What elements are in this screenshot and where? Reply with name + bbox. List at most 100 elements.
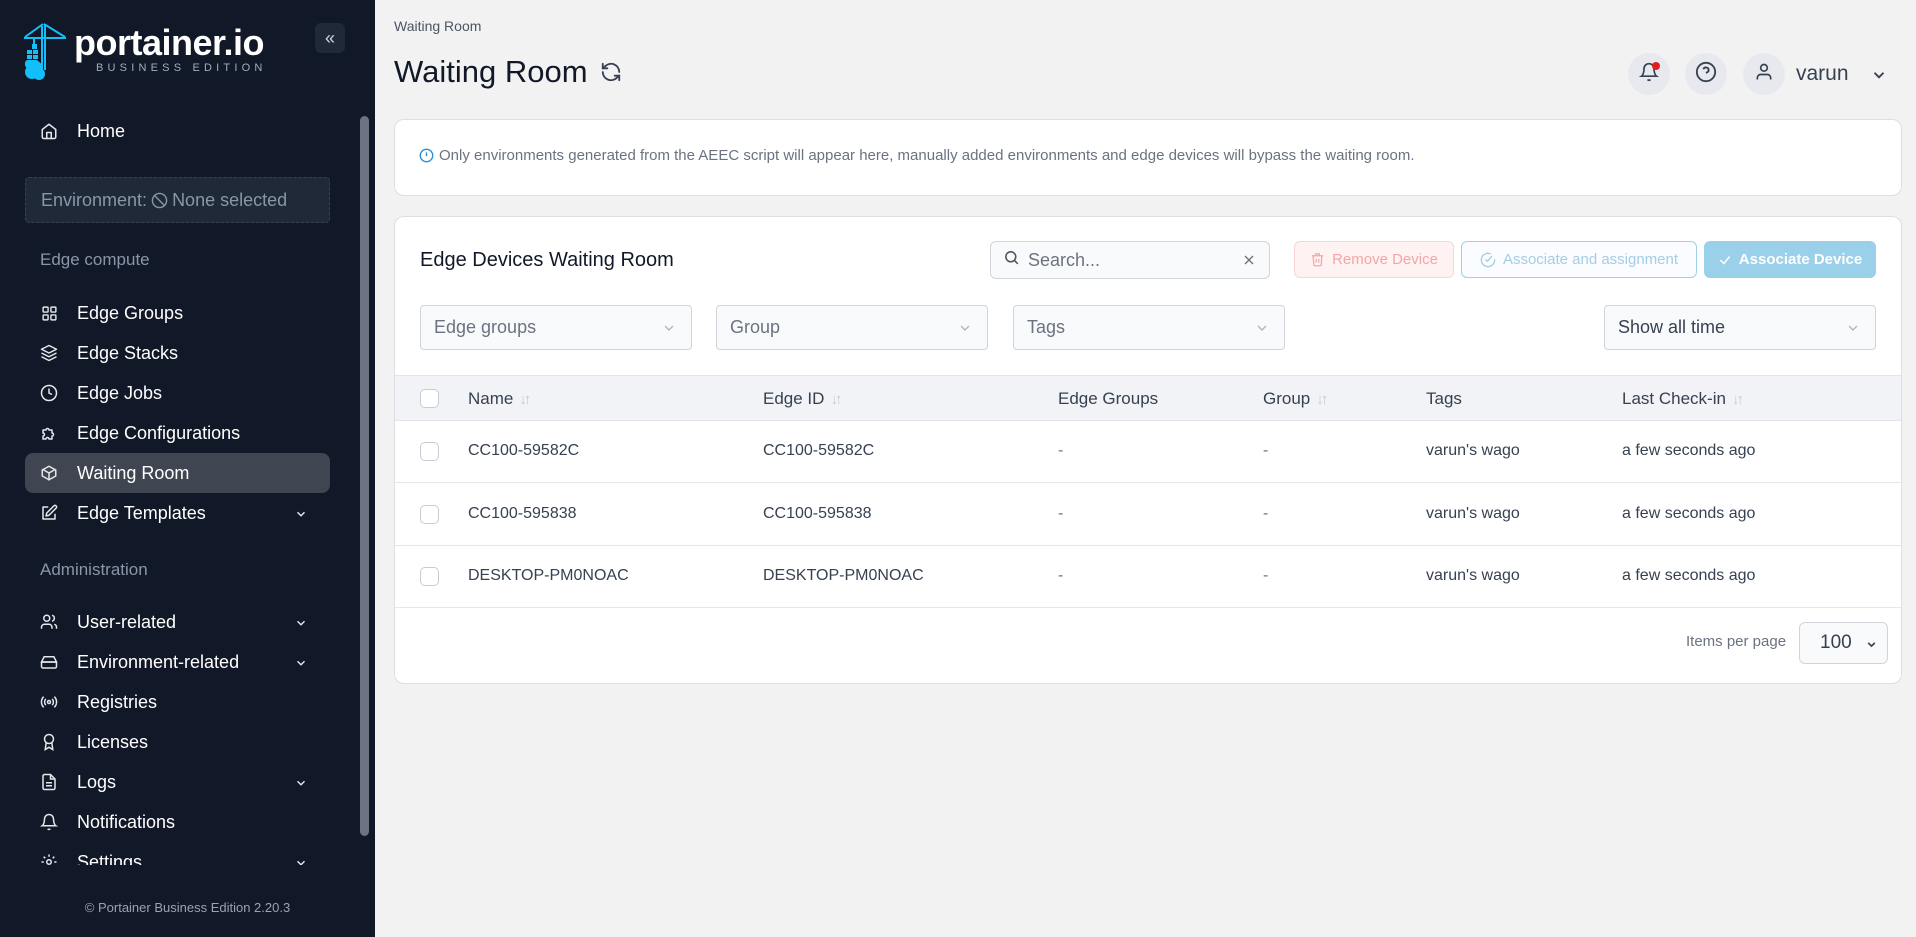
- items-per-page-value: 100: [1820, 632, 1852, 653]
- remove-device-button[interactable]: Remove Device: [1294, 241, 1454, 278]
- portainer-logo[interactable]: portainer.io BUSINESS EDITION: [24, 22, 267, 82]
- column-header-group[interactable]: Group ↓↑: [1263, 389, 1328, 409]
- associate-and-assignment-button[interactable]: Associate and assignment: [1461, 241, 1697, 278]
- column-label: Tags: [1426, 389, 1462, 408]
- sidebar-item-label: Settings: [77, 851, 143, 866]
- group-filter[interactable]: Group: [716, 305, 988, 350]
- tags-filter[interactable]: Tags: [1013, 305, 1285, 350]
- sidebar-item-settings[interactable]: Settings: [25, 842, 330, 865]
- environment-label: Environment:: [41, 189, 148, 210]
- sidebar-item-logs[interactable]: Logs: [25, 762, 330, 802]
- notifications-button[interactable]: [1628, 53, 1670, 95]
- user-avatar[interactable]: [1743, 53, 1785, 95]
- cell-edge-groups: -: [1058, 567, 1064, 584]
- cell-group: -: [1263, 442, 1269, 459]
- hard-drive-icon: [40, 653, 58, 671]
- time-range-filter[interactable]: Show all time: [1604, 305, 1876, 350]
- layers-icon: [40, 344, 58, 362]
- column-label: Name: [468, 389, 514, 408]
- sidebar-item-environment-related[interactable]: Environment-related: [25, 642, 330, 682]
- chevron-down-icon: [294, 774, 308, 795]
- sidebar-item-waiting-room[interactable]: Waiting Room: [25, 453, 330, 493]
- check-icon: [1718, 253, 1732, 267]
- column-header-tags: Tags: [1426, 389, 1462, 409]
- chevron-down-icon: [294, 654, 308, 675]
- sidebar-item-label: Registries: [77, 691, 158, 712]
- column-header-edge-id[interactable]: Edge ID ↓↑: [763, 389, 842, 409]
- page-title-text: Waiting Room: [394, 54, 588, 89]
- table-row[interactable]: DESKTOP-PM0NOAC DESKTOP-PM0NOAC - - varu…: [395, 546, 1901, 608]
- edit-icon: [40, 504, 58, 522]
- collapse-sidebar-button[interactable]: «: [315, 23, 345, 53]
- logo-text: portainer.io: [74, 22, 265, 63]
- column-header-last-check-in[interactable]: Last Check-in ↓↑: [1622, 389, 1744, 409]
- sort-icon: ↓↑: [1316, 390, 1328, 408]
- time-range-value: Show all time: [1618, 317, 1726, 337]
- cell-edge-groups: -: [1058, 505, 1064, 522]
- radio-icon: [40, 693, 58, 711]
- row-checkbox[interactable]: [420, 567, 439, 586]
- search-box[interactable]: [990, 241, 1270, 279]
- sidebar-item-label: Environment-related: [77, 651, 240, 672]
- items-per-page-select[interactable]: 100: [1799, 622, 1888, 664]
- user-menu-name[interactable]: varun: [1796, 62, 1849, 86]
- sidebar-nav: Home Environment: None selected Edge com…: [0, 105, 360, 865]
- column-label: Edge Groups: [1058, 389, 1159, 408]
- associate-device-button[interactable]: Associate Device: [1704, 241, 1876, 278]
- cell-name: CC100-59582C: [468, 442, 580, 459]
- cell-group: -: [1263, 505, 1269, 522]
- clock-icon: [40, 384, 58, 402]
- sidebar-item-user-related[interactable]: User-related: [25, 602, 330, 642]
- help-button[interactable]: [1685, 53, 1727, 95]
- info-panel: Only environments generated from the AEE…: [394, 119, 1902, 196]
- sidebar-item-label: User-related: [77, 611, 177, 632]
- environment-selector[interactable]: Environment: None selected: [25, 177, 330, 223]
- clear-search-icon[interactable]: [1241, 252, 1257, 268]
- sidebar-scrollbar[interactable]: [360, 116, 369, 836]
- info-message: Only environments generated from the AEE…: [439, 147, 1415, 164]
- sidebar-item-edge-configurations[interactable]: Edge Configurations: [25, 413, 330, 453]
- sidebar-item-registries[interactable]: Registries: [25, 682, 330, 722]
- select-all-checkbox[interactable]: [420, 389, 439, 408]
- sidebar-item-label: Waiting Room: [77, 462, 190, 483]
- sidebar-item-label: Licenses: [77, 731, 149, 752]
- cell-name: DESKTOP-PM0NOAC: [468, 567, 629, 584]
- tags-filter-placeholder: Tags: [1027, 317, 1066, 337]
- column-header-name[interactable]: Name ↓↑: [468, 389, 531, 409]
- search-input[interactable]: [1028, 249, 1228, 271]
- cell-tags: varun's wago: [1426, 442, 1520, 459]
- row-checkbox[interactable]: [420, 442, 439, 461]
- sidebar-item-edge-templates[interactable]: Edge Templates: [25, 493, 330, 533]
- cell-name: CC100-595838: [468, 505, 577, 522]
- logo-subtitle: BUSINESS EDITION: [96, 62, 267, 74]
- table-header: Name ↓↑ Edge ID ↓↑ Edge Groups Group ↓↑ …: [395, 375, 1901, 421]
- chevron-down-icon[interactable]: [1870, 66, 1888, 89]
- chevron-down-icon: [957, 320, 973, 336]
- sidebar-item-edge-jobs[interactable]: Edge Jobs: [25, 373, 330, 413]
- column-header-edge-groups: Edge Groups: [1058, 389, 1158, 409]
- table-row[interactable]: CC100-59582C CC100-59582C - - varun's wa…: [395, 421, 1901, 483]
- sidebar-item-licenses[interactable]: Licenses: [25, 722, 330, 762]
- ban-icon: [151, 192, 168, 209]
- cell-tags: varun's wago: [1426, 505, 1520, 522]
- sort-icon: ↓↑: [519, 390, 531, 408]
- search-icon: [1003, 249, 1020, 271]
- chevron-down-icon: [1254, 320, 1270, 336]
- associate-device-label: Associate Device: [1738, 251, 1863, 268]
- sidebar-item-label: Edge Configurations: [77, 422, 241, 443]
- check-circle-icon: [1480, 252, 1496, 268]
- sidebar-item-notifications[interactable]: Notifications: [25, 802, 330, 842]
- sidebar-item-edge-stacks[interactable]: Edge Stacks: [25, 333, 330, 373]
- sidebar-item-home[interactable]: Home: [25, 111, 330, 151]
- refresh-icon[interactable]: [600, 61, 622, 83]
- edge-groups-filter[interactable]: Edge groups: [420, 305, 692, 350]
- row-checkbox[interactable]: [420, 505, 439, 524]
- column-label: Last Check-in: [1622, 389, 1726, 408]
- sidebar-item-edge-groups[interactable]: Edge Groups: [25, 293, 330, 333]
- table-row[interactable]: CC100-595838 CC100-595838 - - varun's wa…: [395, 484, 1901, 546]
- breadcrumb: Waiting Room: [394, 18, 482, 34]
- chevron-down-icon: [1845, 320, 1861, 336]
- sidebar-item-label: Edge Jobs: [77, 382, 163, 403]
- home-icon: [40, 122, 58, 140]
- cell-tags: varun's wago: [1426, 567, 1520, 584]
